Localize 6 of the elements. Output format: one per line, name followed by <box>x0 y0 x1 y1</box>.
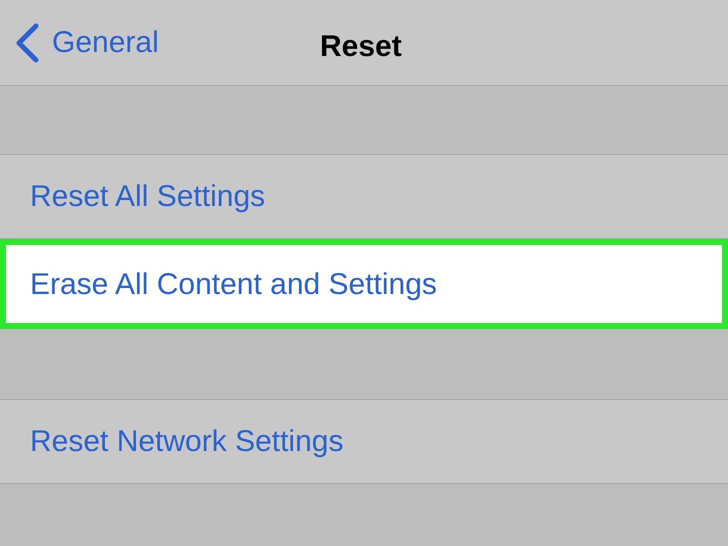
settings-row[interactable]: Erase All Content and Settings <box>0 239 728 329</box>
settings-row[interactable]: Reset All Settings <box>0 155 728 239</box>
chevron-left-icon <box>14 22 40 62</box>
screen-title: Reset <box>320 29 402 65</box>
settings-row[interactable]: Reset Network Settings <box>0 400 728 484</box>
back-button[interactable]: General <box>14 20 159 65</box>
